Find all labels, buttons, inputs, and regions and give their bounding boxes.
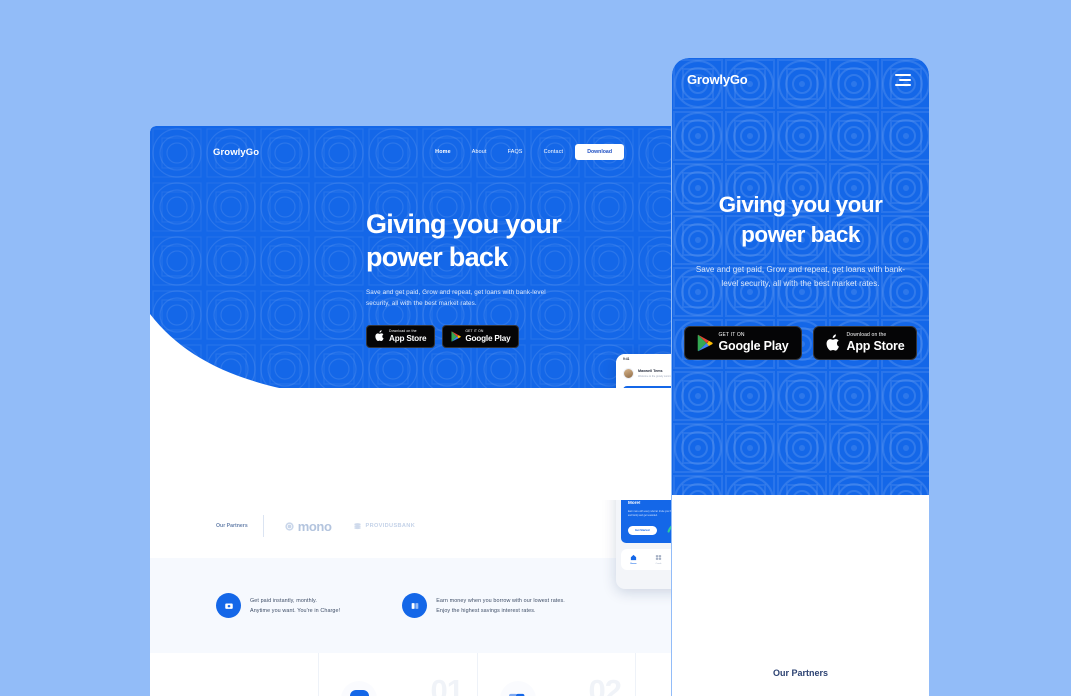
nav-item-contact[interactable]: Contact [544, 149, 564, 155]
google-play-badge[interactable]: GET IT ON Google Play [442, 324, 520, 349]
service-card-save-and-grow[interactable]: 01 Save and Grow Earn up to 10% interest… [318, 653, 477, 696]
google-play-badge-bottom: Google Play [718, 339, 789, 353]
feature-text-get-paid: Get paid instantly, monthly. Anytime you… [250, 596, 340, 616]
wallet-icon [216, 593, 241, 618]
screenshot-canvas: GrowlyGo Home About FAQS Contact Downloa… [0, 0, 1071, 696]
mono-mark-icon [285, 521, 294, 531]
google-play-icon [451, 331, 462, 342]
mobile-hero-subtitle: Save and get paid, Grow and repeat, get … [695, 265, 906, 288]
google-play-badge[interactable]: GET IT ON Google Play [683, 326, 802, 360]
partners-label: Our Partners [216, 523, 248, 529]
desktop-hero-copy: Giving you your power back Save and get … [366, 208, 646, 349]
desktop-website-mockup: GrowlyGo Home About FAQS Contact Downloa… [150, 126, 671, 696]
partner-name-providusbank: PROVIDUSBANK [365, 523, 416, 529]
tab-home[interactable]: Home [621, 554, 646, 565]
providusbank-mark-icon [353, 522, 361, 529]
app-store-badge-bottom: App Store [389, 333, 427, 343]
loan-cards-icon [509, 690, 528, 696]
download-button[interactable]: Download [575, 144, 624, 160]
refer-body: Earn more with every referral. Invite yo… [628, 510, 671, 518]
desktop-logo[interactable]: GrowlyGo [213, 147, 259, 158]
google-play-badge-top: GET IT ON [465, 328, 484, 333]
feature-item-earn-money: Earn money when you borrow with our lowe… [402, 593, 565, 618]
tab-label: Cards [655, 563, 662, 565]
refer-title-line-2: More! [628, 499, 641, 505]
desktop-nav-links: Home About FAQS Contact [435, 149, 563, 155]
feature-line-2: Anytime you want. You're in Charge! [250, 607, 341, 614]
feature-item-get-paid: Get paid instantly, monthly. Anytime you… [216, 593, 340, 618]
service-card-loan-and-grow[interactable]: 02 Loan and Grow Growly GO offers Person… [477, 653, 636, 696]
desktop-features-band: Get paid instantly, monthly. Anytime you… [150, 558, 671, 653]
refer-title-line-1: Refer & Earn [628, 494, 656, 499]
refer-get-started-button[interactable]: Get Started [628, 526, 657, 536]
desktop-hero-subtitle: Save and get paid, Grow and repeat, get … [366, 288, 546, 307]
refer-title: Refer & Earn More! [628, 494, 671, 506]
growth-chart-icon [349, 689, 369, 696]
nav-item-faqs[interactable]: FAQS [508, 149, 523, 155]
bottom-tab-bar: Home Cards Wallet Settings [621, 549, 671, 570]
cards-icon [655, 555, 662, 560]
services-card-list: 01 Save and Grow Earn up to 10% interest… [318, 653, 636, 696]
service-card-number: 02 [588, 673, 622, 696]
desktop-store-badges: Download on the App Store GET IT ON Goog… [366, 324, 646, 349]
refer-and-earn-card: Refer & Earn More! Earn more with every … [621, 487, 671, 543]
mobile-store-badges: GET IT ON Google Play Download on the Ap… [672, 326, 929, 360]
feature-text-earn-money: Earn money when you borrow with our lowe… [436, 596, 565, 616]
partner-logo-mono[interactable]: mono [285, 519, 332, 534]
mobile-logo[interactable]: GrowlyGo [687, 72, 748, 87]
google-play-badge-top: GET IT ON [718, 332, 745, 338]
nav-item-home[interactable]: Home [435, 149, 451, 155]
service-icon-wrap [341, 681, 377, 696]
apple-icon [375, 330, 384, 342]
service-icon-wrap [500, 681, 536, 696]
app-store-badge-bottom: App Store [846, 339, 905, 353]
mobile-partners-section: Our Partners mono PROVIDUSBANK [672, 668, 929, 696]
google-play-icon [697, 334, 713, 352]
mobile-partners-label: Our Partners [772, 668, 829, 678]
mobile-hero-headline: Giving you your power back [672, 190, 929, 250]
app-store-badge-top: Download on the [389, 328, 417, 333]
app-store-badge-top: Download on the [846, 332, 887, 338]
partner-logo-providusbank[interactable]: PROVIDUSBANK [353, 522, 416, 531]
desktop-navbar: GrowlyGo Home About FAQS Contact Downloa… [150, 140, 671, 164]
headline-line-1: Giving you your [366, 209, 562, 239]
desktop-partners-bar: Our Partners mono PROVIDUSBANK [150, 494, 671, 558]
desktop-hero-headline: Giving you your power back [366, 208, 646, 274]
google-play-badge-bottom: Google Play [465, 333, 511, 343]
feature-line-1: Earn money when you borrow with our lowe… [436, 597, 565, 604]
nav-item-about[interactable]: About [472, 149, 487, 155]
tab-label: Home [630, 563, 637, 565]
partner-name-mono: mono [297, 518, 332, 534]
headline-line-2: power back [366, 241, 508, 272]
partners-divider [262, 515, 264, 537]
feature-line-1: Get paid instantly, monthly. [250, 597, 318, 604]
feature-line-2: Enjoy the highest savings interest rates… [436, 607, 536, 614]
headline-line-1: Giving you your [718, 192, 883, 217]
app-store-badge[interactable]: Download on the App Store [812, 326, 918, 360]
apple-icon [826, 334, 839, 351]
service-card-number: 01 [430, 673, 464, 696]
mobile-navbar: GrowlyGo [672, 72, 929, 87]
hamburger-menu-icon[interactable] [895, 73, 911, 86]
home-icon [630, 554, 637, 561]
mobile-website-mockup: GrowlyGo Giving you your power back Save… [672, 58, 929, 696]
desktop-services-section: Our Services 01 Save and Grow Earn up to… [150, 653, 671, 696]
app-store-badge[interactable]: Download on the App Store [366, 324, 436, 349]
coins-icon [402, 593, 428, 618]
tab-cards[interactable]: Cards [646, 554, 671, 565]
headline-line-2: power back [741, 221, 860, 247]
